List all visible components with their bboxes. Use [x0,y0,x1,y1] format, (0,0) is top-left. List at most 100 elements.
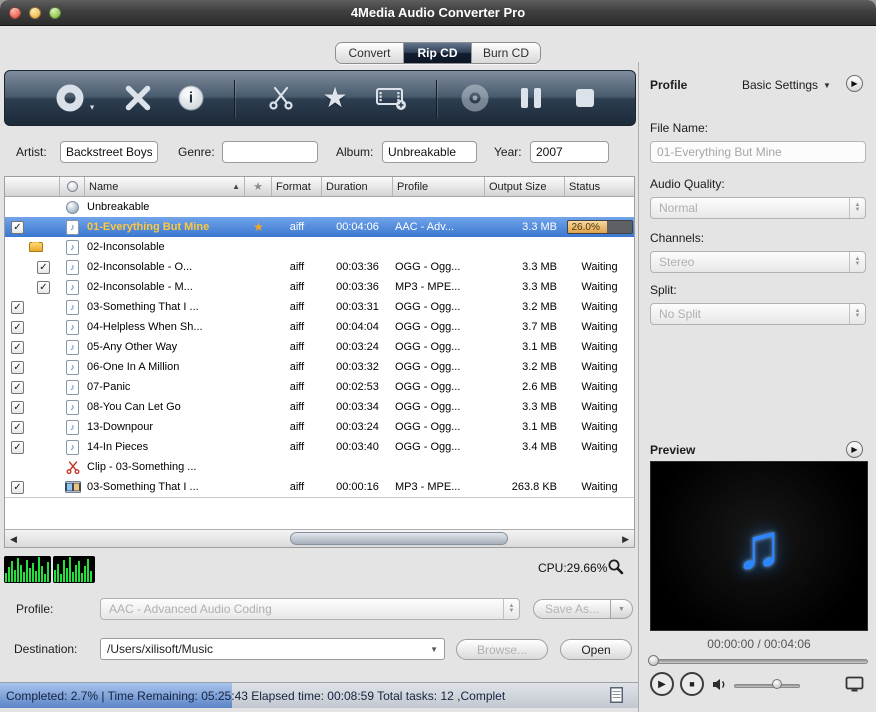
horizontal-scrollbar[interactable]: ◀ ▶ [5,529,634,547]
scrollbar-thumb[interactable] [290,532,508,545]
track-name: 03-Something That I ... [85,481,245,493]
browse-button[interactable]: Browse... [456,639,548,660]
header-output-size[interactable]: Output Size [485,177,565,196]
profile-basic-settings-dropdown[interactable]: Basic Settings ▼ [742,78,831,92]
music-file-icon: ♪ [66,360,79,375]
tab-convert[interactable]: Convert [336,43,404,63]
split-label: Split: [650,283,677,297]
save-as-button[interactable]: Save As... [533,599,610,619]
row-checkbox[interactable]: ✓ [11,221,24,234]
status-text: Completed: 2.7% | Time Remaining: 05:25:… [6,689,505,703]
tab-rip-cd[interactable]: Rip CD [404,43,472,63]
volume-icon[interactable] [712,678,727,691]
row-checkbox[interactable]: ✓ [11,381,24,394]
header-check-column[interactable] [5,177,60,196]
header-profile[interactable]: Profile [393,177,485,196]
dropdown-arrow-icon: ▼ [430,645,438,654]
row-checkbox[interactable]: ✓ [11,481,24,494]
video-button[interactable] [375,85,407,111]
header-format[interactable]: Format [272,177,322,196]
destination-label: Destination: [14,642,77,656]
folder-icon [29,242,43,252]
burn-button[interactable] [462,85,489,112]
row-checkbox[interactable]: ✓ [11,301,24,314]
volume-slider[interactable] [734,684,800,688]
row-checkbox[interactable]: ✓ [37,261,50,274]
properties-button[interactable]: i [179,86,204,111]
open-button[interactable]: Open [560,639,632,660]
table-header: Name▲ ★ Format Duration Profile Output S… [5,177,634,197]
table-row[interactable]: ✓♪02-Inconsolable - O...aiff00:03:36OGG … [5,257,634,277]
row-checkbox[interactable]: ✓ [11,341,24,354]
track-name: 06-One In A Million [85,361,245,373]
play-button[interactable]: ▶ [650,672,674,696]
minimize-button[interactable] [29,7,41,19]
album-input[interactable] [382,141,477,163]
table-row[interactable]: ✓♪04-Helpless When Sh...aiff00:04:04OGG … [5,317,634,337]
table-row[interactable]: ✓♪01-Everything But Mine★aiff00:04:06AAC… [5,217,634,237]
table-row[interactable]: ✓♪08-You Can Let Goaiff00:03:34OGG - Ogg… [5,397,634,417]
table-row[interactable]: ✓♪05-Any Other Wayaiff00:03:24OGG - Ogg.… [5,337,634,357]
table-row[interactable]: Clip - 03-Something ... [5,457,634,477]
table-row[interactable]: ✓03-Something That I ...aiff00:00:16MP3 … [5,477,634,497]
volume-slider-knob[interactable] [772,679,782,689]
tab-burn-cd[interactable]: Burn CD [472,43,540,63]
audio-quality-select[interactable]: Normal ▲▼ [650,197,866,219]
header-duration[interactable]: Duration [322,177,393,196]
audio-quality-label: Audio Quality: [650,177,725,191]
destination-combo[interactable]: /Users/xilisoft/Music ▼ [100,638,445,660]
disc-icon [66,201,79,214]
channels-select[interactable]: Stereo ▲▼ [650,251,866,273]
scroll-left-arrow[interactable]: ◀ [10,534,17,545]
music-file-icon: ♪ [66,300,79,315]
header-type-column[interactable] [60,177,85,196]
delete-x-icon [125,86,152,111]
track-name: 07-Panic [85,381,245,393]
table-row[interactable]: ✓♪06-One In A Millionaiff00:03:32OGG - O… [5,357,634,377]
fullscreen-button[interactable] [845,676,864,693]
pause-button[interactable] [521,88,541,108]
table-row[interactable]: ✓♪13-Downpouraiff00:03:24OGG - Ogg...3.1… [5,417,634,437]
effects-button[interactable]: ★ [322,84,347,112]
seek-slider[interactable] [650,659,868,664]
table-row[interactable]: ♪02-Inconsolable [5,237,634,257]
table-row[interactable]: ✓♪14-In Piecesaiff00:03:40OGG - Ogg...3.… [5,437,634,457]
header-name[interactable]: Name▲ [85,177,245,196]
file-name-input[interactable] [650,141,866,163]
row-checkbox[interactable]: ✓ [37,281,50,294]
split-select[interactable]: No Split ▲▼ [650,303,866,325]
preview-stop-button[interactable]: ■ [680,672,704,696]
advanced-profile-button[interactable]: ▶ [846,75,863,92]
row-checkbox[interactable]: ✓ [11,361,24,374]
profile-combo[interactable]: AAC - Advanced Audio Coding ▲▼ [100,598,520,620]
genre-input[interactable] [222,141,318,163]
preview-detach-button[interactable]: ▶ [846,441,863,458]
scroll-right-arrow[interactable]: ▶ [622,534,629,545]
save-as-dropdown[interactable]: ▼ [610,599,633,619]
table-row[interactable]: Unbreakable [5,197,634,217]
toolbar-separator [436,80,437,118]
settings-profile-label: Profile [650,78,687,92]
zoom-button[interactable] [49,7,61,19]
open-log-button[interactable] [610,687,623,703]
seek-slider-knob[interactable] [648,655,659,666]
sort-asc-icon: ▲ [232,182,240,191]
table-row[interactable]: ✓♪02-Inconsolable - M...aiff00:03:36MP3 … [5,277,634,297]
table-row[interactable]: ✓♪07-Panicaiff00:02:53OGG - Ogg...2.6 MB… [5,377,634,397]
row-checkbox[interactable]: ✓ [11,441,24,454]
load-cd-button[interactable]: ▼ [57,85,84,112]
close-button[interactable] [9,7,21,19]
header-status[interactable]: Status [565,177,634,196]
row-checkbox[interactable]: ✓ [11,401,24,414]
track-table: Name▲ ★ Format Duration Profile Output S… [4,176,635,548]
table-row[interactable]: ✓♪03-Something That I ...aiff00:03:31OGG… [5,297,634,317]
clip-button[interactable] [268,86,294,110]
artist-input[interactable] [60,141,158,163]
year-input[interactable] [530,141,609,163]
row-checkbox[interactable]: ✓ [11,321,24,334]
delete-button[interactable] [125,86,152,111]
stop-button[interactable] [576,89,594,107]
header-star[interactable]: ★ [245,177,272,196]
system-monitor-icon[interactable] [607,558,625,576]
row-checkbox[interactable]: ✓ [11,421,24,434]
